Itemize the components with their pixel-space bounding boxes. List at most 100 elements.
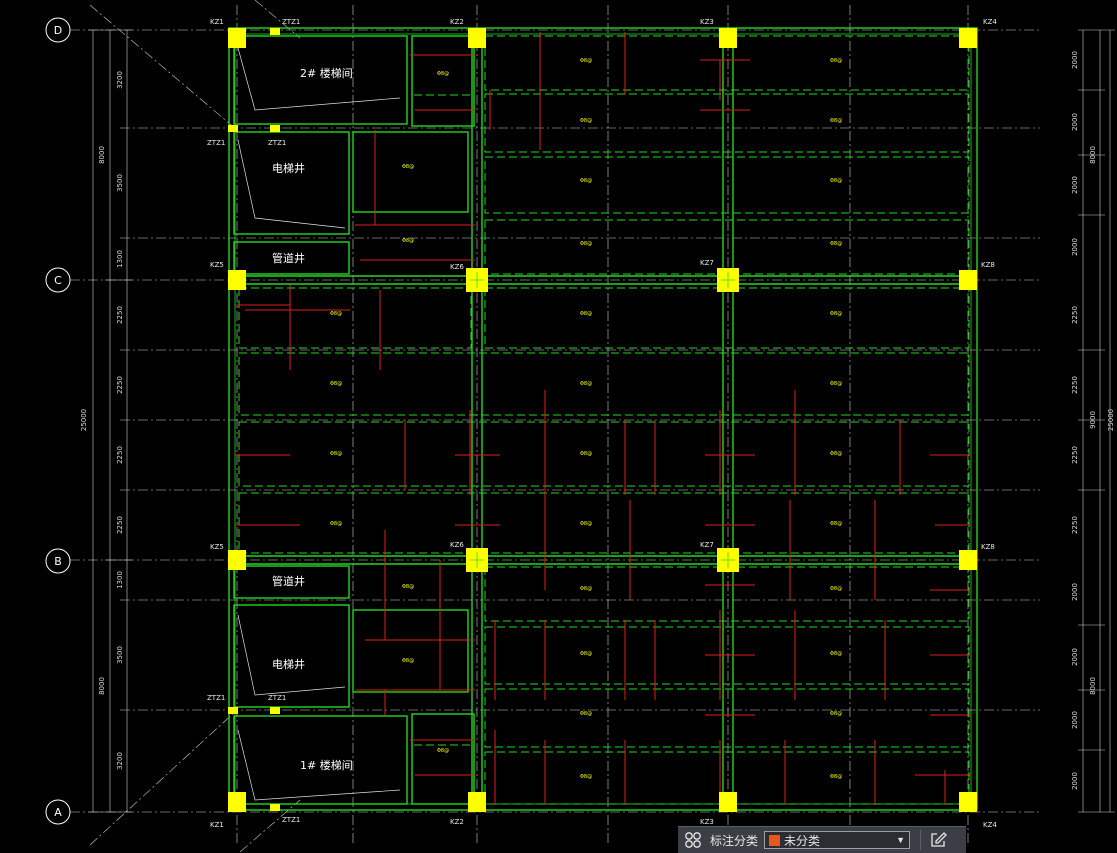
dim-section-left: 8000	[98, 677, 106, 695]
rebar-annotation: Φ8@	[830, 311, 842, 317]
column	[228, 28, 246, 48]
dim-seg-left: 2250	[116, 516, 124, 534]
dim-seg-left: 3200	[116, 71, 124, 89]
dim-seg-right: 2000	[1071, 583, 1079, 601]
beams-solid	[228, 27, 978, 811]
column	[719, 28, 737, 48]
dimension-lines-left	[88, 29, 132, 813]
rebar-annotation: Φ8@	[402, 658, 414, 664]
room-label-stair-1: 1# 楼梯间	[300, 758, 353, 772]
dim-total-left: 25000	[80, 409, 88, 431]
dim-section-right: 8000	[1089, 146, 1097, 164]
axis-lines	[70, 5, 1040, 845]
column-small	[270, 707, 280, 714]
column-label: KZ7	[700, 259, 714, 267]
rebar-annotation: Φ8@	[830, 381, 842, 387]
stair-elevator-outlines	[237, 47, 401, 801]
rebar-annotation: Φ8@	[830, 58, 842, 64]
dim-seg-right: 2250	[1071, 516, 1079, 534]
rebar-annotation: Φ8@	[580, 651, 592, 657]
rebar-annotation: Φ8@	[830, 451, 842, 457]
column-label: KZ1	[210, 821, 224, 829]
column-label: ZTZ1	[268, 139, 286, 147]
dim-seg-left: 3500	[116, 646, 124, 664]
edit-note-icon[interactable]	[921, 831, 955, 849]
column	[959, 792, 977, 812]
column-label: ZTZ1	[268, 694, 286, 702]
column	[468, 792, 486, 812]
category-selected-value: 未分类	[784, 833, 821, 848]
dim-seg-right: 2250	[1071, 306, 1079, 324]
grid-four-circles-icon[interactable]	[678, 831, 708, 849]
room-label-elevator-top: 电梯井	[272, 161, 305, 175]
column-label: KZ2	[450, 18, 464, 26]
rebar-annotation: Φ8@	[330, 521, 342, 527]
rebar-annotation: Φ8@	[402, 238, 414, 244]
dim-total-right: 25000	[1107, 409, 1115, 431]
column-label: KZ1	[210, 18, 224, 26]
annotation-category-label: 标注分类	[710, 833, 759, 848]
column-small	[270, 125, 280, 132]
dim-seg-right: 2000	[1071, 176, 1079, 194]
rebar-annotation: Φ8@	[830, 521, 842, 527]
dim-seg-right: 2250	[1071, 376, 1079, 394]
dim-seg-left: 2250	[116, 446, 124, 464]
rebar-annotation: Φ8@	[580, 381, 592, 387]
column	[228, 792, 246, 812]
dim-seg-right: 2000	[1071, 238, 1079, 256]
dimension-text-right: 25000 8000 9000 8000 2000 2000 2000 2000…	[1071, 51, 1115, 790]
room-label-stair-2: 2# 楼梯间	[300, 66, 353, 80]
column-label: ZTZ1	[282, 18, 300, 26]
dim-section-left: 8000	[98, 146, 106, 164]
column	[468, 28, 486, 48]
axis-label-b: B	[54, 555, 62, 568]
axis-label-d: D	[54, 24, 62, 37]
rebar-annotation: Φ8@	[330, 451, 342, 457]
rebar-annotations: Φ8@ Φ8@ Φ8@ Φ8@ Φ8@ Φ8@ Φ8@ Φ8@ Φ8@ Φ8@ Φ8@ Φ8@ Φ8@ Φ…	[330, 58, 842, 780]
rebar-annotation: Φ8@	[402, 164, 414, 170]
rebar-annotation: Φ8@	[580, 241, 592, 247]
rebar-annotation: Φ8@	[580, 586, 592, 592]
dimension-text-left: 25000 8000 8000 3200 3500 1300 2250 2250…	[80, 71, 124, 770]
rebar-annotation: Φ8@	[330, 381, 342, 387]
rebar-annotation: Φ8@	[580, 711, 592, 717]
rebar-annotation: Φ8@	[580, 521, 592, 527]
dim-seg-right: 2250	[1071, 446, 1079, 464]
dim-seg-left: 1300	[116, 571, 124, 589]
structural-plan-drawing: Φ8@ Φ8@ Φ8@ Φ8@ Φ8@ Φ8@ Φ8@ Φ8@ Φ8@ Φ8@ Φ8@ Φ8@ Φ8@ Φ…	[45, 0, 1115, 852]
axis-label-c: C	[54, 274, 62, 287]
rebar-annotation: Φ8@	[830, 241, 842, 247]
dim-seg-left: 1300	[116, 250, 124, 268]
rebar-annotation: Φ8@	[830, 178, 842, 184]
dim-seg-right: 2000	[1071, 113, 1079, 131]
rebar-annotation: Φ8@	[402, 584, 414, 590]
column-label: KZ3	[700, 818, 714, 826]
column	[959, 270, 977, 290]
column	[959, 550, 977, 570]
rebar-annotation: Φ8@	[830, 651, 842, 657]
column-label: KZ2	[450, 818, 464, 826]
dim-seg-right: 2000	[1071, 772, 1079, 790]
column-small	[228, 707, 238, 714]
column-label: KZ6	[450, 541, 464, 549]
dim-seg-left: 2250	[116, 306, 124, 324]
column	[228, 270, 246, 290]
room-label-elevator-bottom: 电梯井	[272, 657, 305, 671]
axis-bubbles: D C B A	[45, 17, 71, 825]
column-label: KZ4	[983, 821, 997, 829]
column-small	[270, 28, 280, 35]
column-label: KZ5	[210, 543, 224, 551]
dim-seg-left: 2250	[116, 376, 124, 394]
rebar-annotation: Φ8@	[830, 711, 842, 717]
dim-section-right: 8000	[1089, 677, 1097, 695]
dim-seg-left: 3500	[116, 174, 124, 192]
rebar-annotation: Φ8@	[830, 586, 842, 592]
dim-section-right: 9000	[1089, 411, 1097, 429]
rebar-annotation: Φ8@	[437, 748, 449, 754]
column-label: KZ6	[450, 263, 464, 271]
column-label: KZ8	[981, 261, 995, 269]
annotation-category-select[interactable]: 未分类 ▼	[764, 831, 911, 849]
room-label-pipe-bottom: 管道井	[272, 574, 305, 588]
dim-seg-left: 3200	[116, 752, 124, 770]
column-label: KZ7	[700, 541, 714, 549]
